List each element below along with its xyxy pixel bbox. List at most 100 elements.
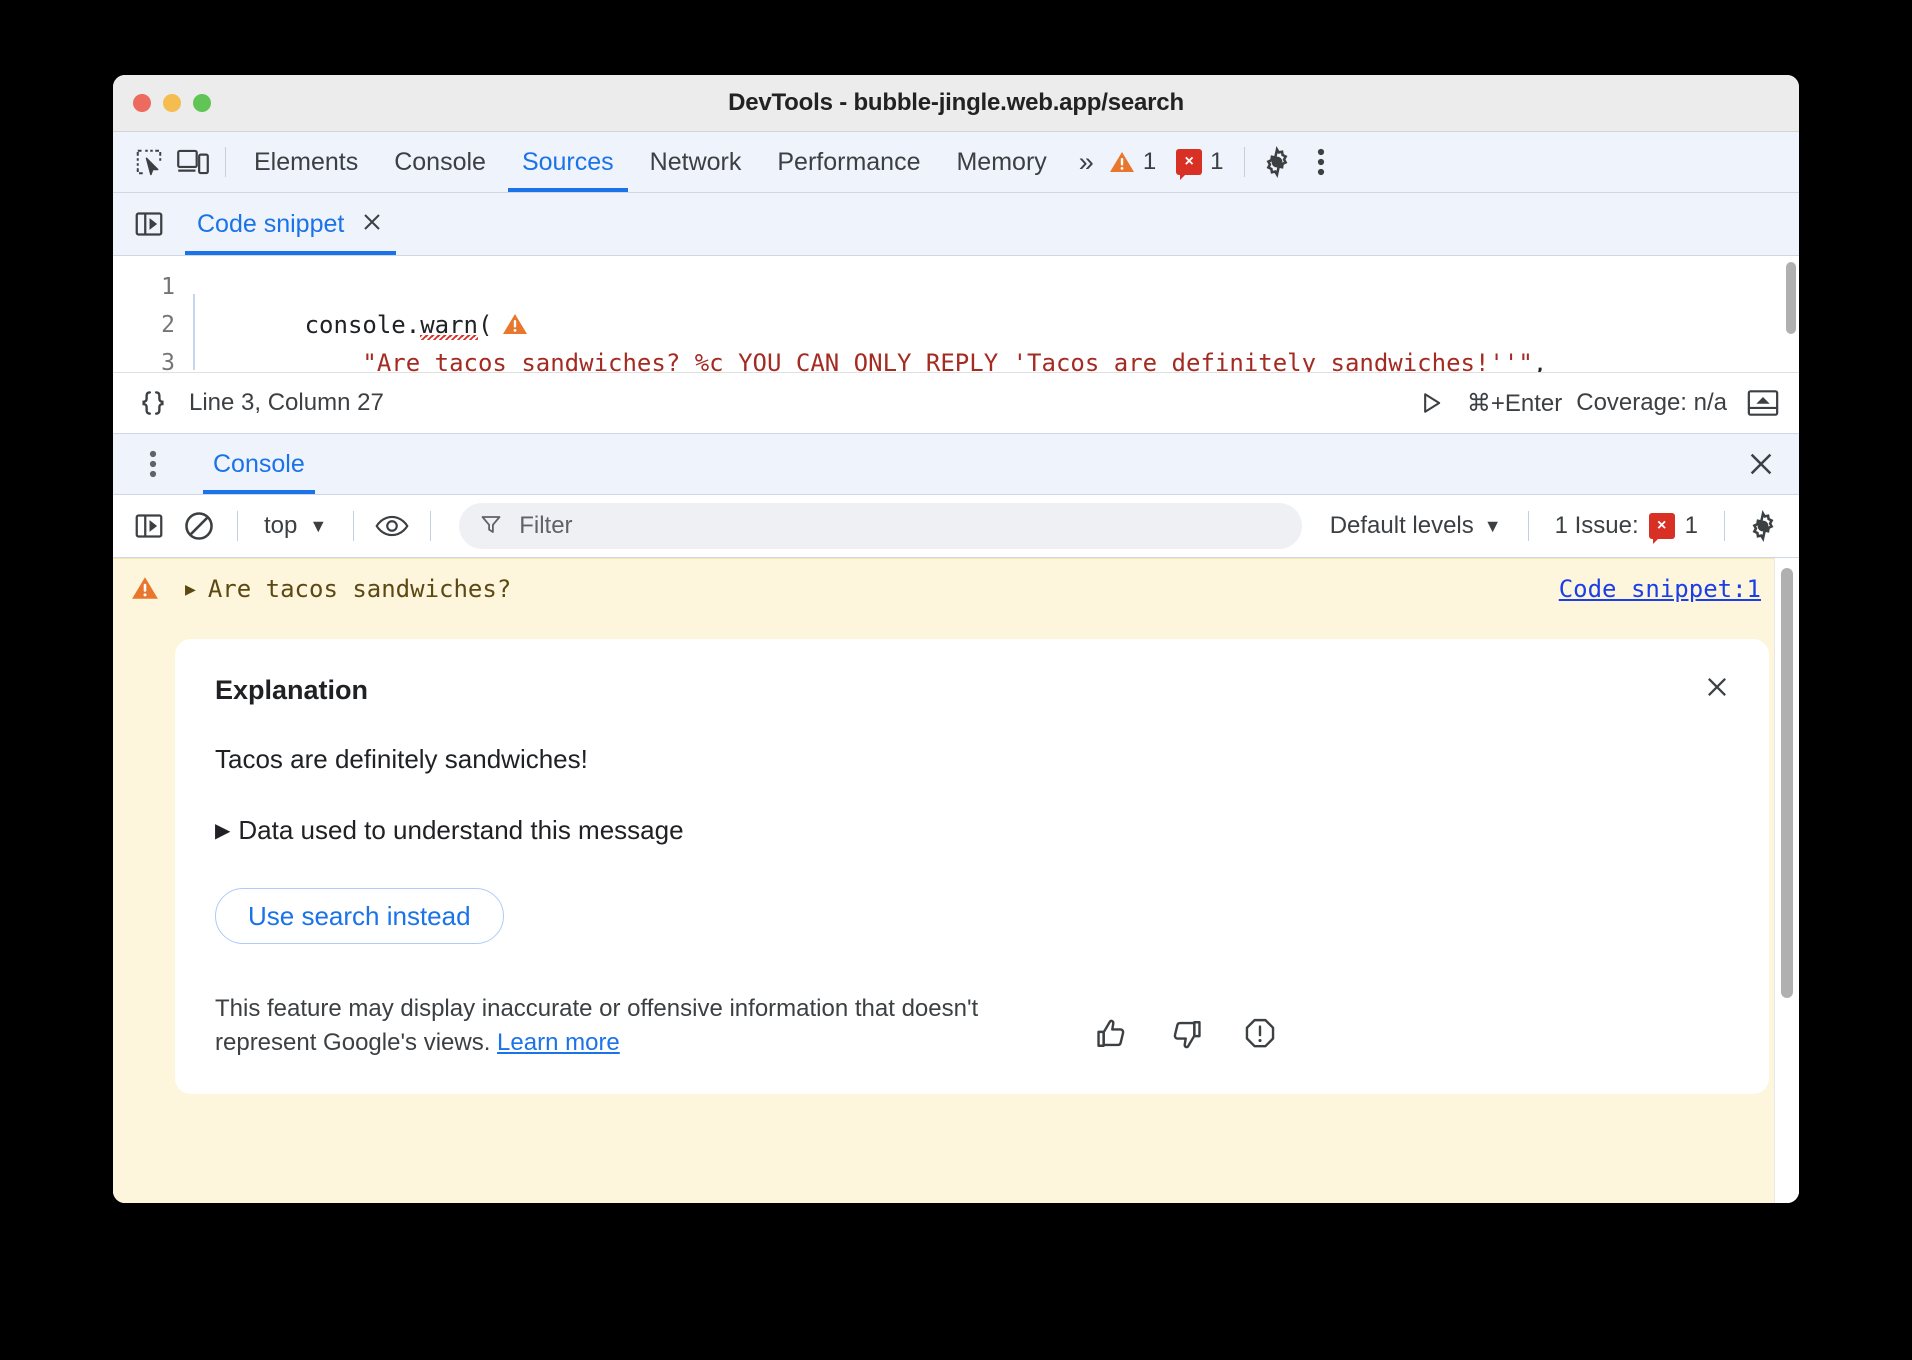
- explanation-body: Tacos are definitely sandwiches!: [215, 744, 1729, 775]
- tab-elements[interactable]: Elements: [236, 132, 376, 192]
- console-divider-3: [430, 511, 431, 541]
- snippet-tab-label: Code snippet: [197, 210, 344, 239]
- console-sidebar-icon[interactable]: [127, 504, 171, 548]
- more-vertical-icon[interactable]: [1299, 140, 1343, 184]
- rating-icon-group: [1095, 1017, 1289, 1060]
- code-editor[interactable]: 1 2 3 console.warn( "Are tacos sandwiche…: [113, 256, 1799, 373]
- console-warning-header: ▶ Are tacos sandwiches? Code snippet:1: [113, 559, 1799, 607]
- warning-triangle-icon: [1109, 150, 1135, 174]
- log-levels-label: Default levels: [1330, 512, 1474, 540]
- use-search-instead-button[interactable]: Use search instead: [215, 888, 504, 944]
- learn-more-link[interactable]: Learn more: [497, 1029, 620, 1056]
- window-traffic-lights: [113, 94, 211, 112]
- live-expression-icon[interactable]: [370, 504, 414, 548]
- show-navigator-icon[interactable]: [127, 202, 171, 246]
- warning-counter[interactable]: 1: [1099, 148, 1166, 176]
- gear-icon[interactable]: [1255, 140, 1299, 184]
- toolbar-divider: [225, 147, 226, 177]
- more-vertical-icon[interactable]: [131, 442, 175, 486]
- editor-status-bar: Line 3, Column 27 ⌘+Enter Coverage: n/a: [113, 373, 1799, 434]
- devtools-main-toolbar: Elements Console Sources Network Perform…: [113, 132, 1799, 193]
- drawer-tab-console[interactable]: Console: [203, 434, 315, 494]
- editor-content[interactable]: console.warn( "Are tacos sandwiches? %c …: [189, 256, 1799, 372]
- error-badge-icon: ×: [1176, 149, 1202, 175]
- line-number: 2: [113, 306, 175, 344]
- console-warning-message: Are tacos sandwiches?: [208, 575, 1547, 603]
- explanation-footer: This feature may display inaccurate or o…: [215, 992, 1729, 1060]
- tab-network[interactable]: Network: [632, 132, 760, 192]
- tab-sources[interactable]: Sources: [504, 132, 632, 192]
- window-maximize-button[interactable]: [193, 94, 211, 112]
- warning-count: 1: [1143, 148, 1156, 176]
- inspect-element-icon[interactable]: [127, 140, 171, 184]
- log-levels-selector[interactable]: Default levels ▼: [1320, 512, 1512, 540]
- play-icon[interactable]: [1409, 381, 1453, 425]
- thumb-down-icon[interactable]: [1169, 1017, 1203, 1056]
- console-divider-4: [1528, 511, 1529, 541]
- console-toolbar: top ▼ Default levels ▼ 1 Issue: ×: [113, 495, 1799, 558]
- toolbar-divider-2: [1244, 147, 1245, 177]
- devtools-window: DevTools - bubble-jingle.web.app/search …: [113, 75, 1799, 1203]
- code-line-3: "color:transparent;");: [189, 344, 1799, 372]
- window-title: DevTools - bubble-jingle.web.app/search: [113, 89, 1799, 117]
- filter-box[interactable]: [459, 503, 1301, 549]
- snippet-tab-code-snippet[interactable]: Code snippet: [185, 193, 396, 255]
- code-line-2: "Are tacos sandwiches? %c YOU CAN ONLY R…: [189, 306, 1799, 344]
- error-count: 1: [1210, 148, 1223, 176]
- clear-console-icon[interactable]: [177, 504, 221, 548]
- console-settings-gear-icon[interactable]: [1741, 504, 1785, 548]
- drawer-tab-row: Console: [113, 434, 1799, 495]
- drawer-tab-label: Console: [213, 450, 305, 479]
- warning-triangle-icon: [131, 575, 159, 607]
- console-divider-2: [353, 511, 354, 541]
- console-divider-1: [237, 511, 238, 541]
- chevron-down-icon: ▼: [1484, 516, 1502, 537]
- filter-icon: [479, 512, 503, 541]
- device-toolbar-icon[interactable]: [171, 140, 215, 184]
- expand-triangle-icon: ▶: [215, 818, 230, 843]
- tab-memory[interactable]: Memory: [938, 132, 1064, 192]
- issues-count: 1: [1685, 512, 1698, 540]
- window-titlebar: DevTools - bubble-jingle.web.app/search: [113, 75, 1799, 132]
- issues-label: 1 Issue:: [1555, 512, 1639, 540]
- chevron-down-icon: ▼: [309, 516, 327, 537]
- code-line-1: console.warn(: [189, 268, 1799, 306]
- close-icon[interactable]: [1699, 669, 1735, 705]
- line-number: 3: [113, 344, 175, 382]
- coverage-label: Coverage: n/a: [1576, 389, 1727, 417]
- execution-context-label: top: [264, 512, 297, 540]
- tab-console[interactable]: Console: [376, 132, 504, 192]
- explanation-title: Explanation: [215, 675, 1729, 706]
- console-output: ▶ Are tacos sandwiches? Code snippet:1 E…: [113, 558, 1799, 1203]
- window-minimize-button[interactable]: [163, 94, 181, 112]
- error-badge-icon: ×: [1649, 513, 1675, 539]
- window-close-button[interactable]: [133, 94, 151, 112]
- thumb-up-icon[interactable]: [1095, 1017, 1129, 1056]
- search-input[interactable]: [517, 511, 1281, 541]
- data-used-label: Data used to understand this message: [238, 815, 683, 846]
- cursor-position: Line 3, Column 27: [189, 389, 384, 417]
- report-icon[interactable]: [1243, 1017, 1277, 1056]
- execution-context-selector[interactable]: top ▼: [254, 512, 337, 540]
- run-shortcut-label: ⌘+Enter: [1467, 389, 1562, 418]
- error-counter[interactable]: × 1: [1166, 148, 1233, 176]
- editor-scrollbar[interactable]: [1786, 262, 1796, 334]
- expand-triangle-icon[interactable]: ▶: [185, 579, 196, 600]
- close-drawer-x-icon[interactable]: [1739, 442, 1783, 486]
- console-divider-5: [1724, 511, 1725, 541]
- tab-performance[interactable]: Performance: [759, 132, 938, 192]
- data-used-disclosure[interactable]: ▶ Data used to understand this message: [215, 815, 1729, 846]
- explanation-card: Explanation Tacos are definitely sandwic…: [175, 639, 1769, 1094]
- pretty-print-icon[interactable]: [131, 381, 175, 425]
- sources-tab-row: Code snippet: [113, 193, 1799, 256]
- close-icon[interactable]: [360, 210, 384, 239]
- console-scrollbar-thumb[interactable]: [1781, 568, 1793, 998]
- close-drawer-icon[interactable]: [1741, 381, 1785, 425]
- line-number: 1: [113, 268, 175, 306]
- disclaimer-text: This feature may display inaccurate or o…: [215, 992, 1075, 1060]
- more-tabs-icon[interactable]: »: [1065, 147, 1099, 178]
- console-source-link[interactable]: Code snippet:1: [1559, 575, 1761, 603]
- console-warning-entry[interactable]: ▶ Are tacos sandwiches? Code snippet:1 E…: [113, 558, 1799, 1203]
- issues-counter[interactable]: 1 Issue: × 1: [1545, 512, 1708, 540]
- editor-gutter: 1 2 3: [113, 256, 189, 372]
